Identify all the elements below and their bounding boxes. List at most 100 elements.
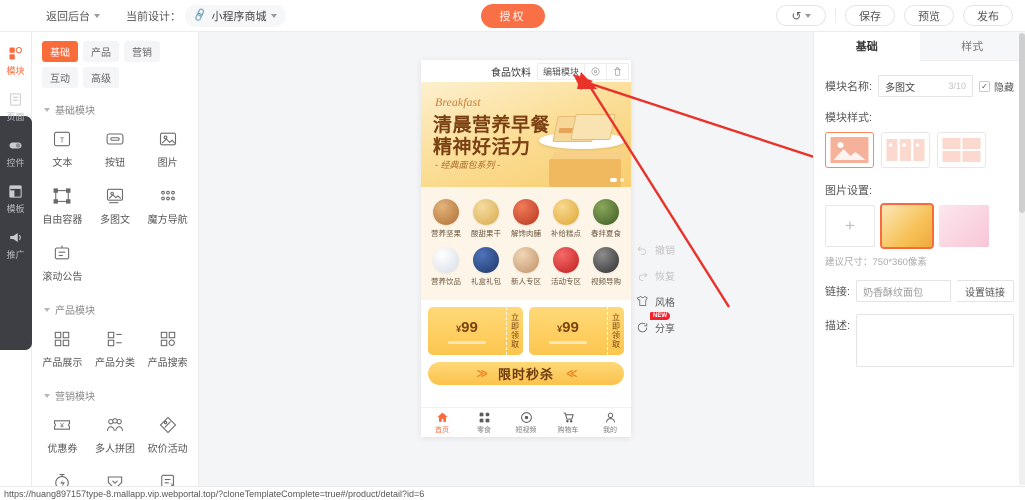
module-item-button[interactable]: 按钮 — [89, 121, 142, 178]
module-item-image[interactable]: 图片 — [141, 121, 194, 178]
set-link-button[interactable]: 设置链接 — [957, 280, 1014, 302]
style-button[interactable]: 风格 — [636, 294, 694, 309]
tab-basic[interactable]: 基础 — [42, 41, 78, 62]
module-name-label: 模块名称: — [825, 81, 873, 93]
design-selector[interactable]: 🔗 小程序商城 — [185, 4, 287, 27]
module-item-product-search[interactable]: 产品搜索 — [141, 321, 194, 378]
preview-button[interactable]: 预览 — [904, 5, 954, 26]
save-button[interactable]: 保存 — [845, 5, 895, 26]
chevron-down-icon — [271, 13, 278, 18]
style-option-single[interactable] — [825, 132, 874, 168]
caret-down-icon — [44, 307, 50, 312]
category-image — [553, 247, 579, 273]
delete-module-button[interactable] — [606, 63, 628, 79]
module-item-notice[interactable]: 滚动公告 — [36, 235, 89, 292]
tab-interaction[interactable]: 互动 — [42, 67, 78, 88]
coupon-left: ¥99 — [428, 307, 506, 355]
back-to-admin-button[interactable]: 返回后台 — [46, 8, 100, 24]
image-thumbnail[interactable] — [939, 205, 989, 247]
sidebar-item-widgets[interactable]: 控件 — [0, 130, 32, 176]
module-item-coupon[interactable]: ¥ 优惠券 — [36, 407, 89, 464]
tabbar-item-snacks[interactable]: 零食 — [463, 408, 505, 437]
back-to-admin-label: 返回后台 — [46, 10, 90, 23]
module-item-product-category[interactable]: 产品分类 — [89, 321, 142, 378]
undo-icon — [637, 246, 647, 255]
module-name-input[interactable]: 多图文 3/10 — [878, 75, 973, 97]
coupon-module[interactable]: ¥99 立即领取 ¥99 立即领取 — [421, 300, 631, 355]
category-item[interactable]: 营养饮品 — [426, 243, 466, 291]
module-item-group-buy[interactable]: 多人拼团 — [89, 407, 142, 464]
image-thumbnail-selected[interactable] — [880, 203, 934, 249]
category-item[interactable]: 补给糕点 — [546, 195, 586, 243]
coupon-card[interactable]: ¥99 立即领取 — [428, 307, 523, 355]
sidebar-item-modules[interactable]: 模块 — [0, 38, 32, 84]
text-icon: T — [54, 131, 71, 147]
tabbar-item-mine[interactable]: 我的 — [589, 408, 631, 437]
top-bar-left: 返回后台 当前设计： 🔗 小程序商城 — [0, 4, 287, 27]
seckill-banner[interactable]: ≫ 限时秒杀 ≪ — [428, 362, 624, 385]
link-input[interactable]: 奶香酥纹面包 — [856, 280, 951, 302]
status-url: https://huang897157type-8.mallapp.vip.we… — [4, 488, 425, 499]
tab-product[interactable]: 产品 — [83, 41, 119, 62]
category-image — [473, 199, 499, 225]
tab-style-properties[interactable]: 样式 — [919, 32, 1025, 61]
status-bar: https://huang897157type-8.mallapp.vip.we… — [0, 486, 1025, 500]
style-option-three-columns[interactable] — [881, 132, 930, 168]
category-item[interactable]: 酸甜果干 — [466, 195, 506, 243]
coupon-card[interactable]: ¥99 立即领取 — [529, 307, 624, 355]
category-item[interactable]: 营养坚果 — [426, 195, 466, 243]
category-nav-module[interactable]: 营养坚果 酸甜果干 解馋肉脯 补给糕点 春拌夏食 营养饮品 礼盒礼包 新人专区 … — [421, 187, 631, 300]
module-tabs: 基础 产品 营销 互动 高级 — [32, 32, 198, 92]
category-item[interactable]: 礼盒礼包 — [466, 243, 506, 291]
description-textarea[interactable] — [856, 314, 1014, 367]
tab-basic-properties[interactable]: 基础 — [814, 32, 920, 61]
edit-module-button[interactable]: 编辑模块 — [538, 64, 584, 79]
coupon-action[interactable]: 立即领取 — [506, 307, 523, 355]
toggle-visibility-button[interactable] — [584, 63, 606, 79]
templates-icon — [8, 184, 23, 199]
category-item[interactable]: 活动专区 — [546, 243, 586, 291]
tab-marketing[interactable]: 营销 — [124, 41, 160, 62]
history-dropdown[interactable]: ↺ — [776, 5, 826, 26]
undo-button[interactable]: 撤销 — [636, 242, 694, 257]
section-header-product[interactable]: 产品模块 — [32, 292, 198, 321]
tabbar-item-home[interactable]: 首页 — [421, 408, 463, 437]
category-item[interactable]: 视频导购 — [586, 243, 626, 291]
category-image — [513, 199, 539, 225]
share-button[interactable]: NEW 分享 — [636, 312, 694, 335]
section-header-basic[interactable]: 基础模块 — [32, 92, 198, 121]
sidebar-item-promotion[interactable]: 推广 — [0, 222, 32, 268]
module-item-label: 图片 — [157, 158, 178, 169]
sidebar-item-pages[interactable]: 页面 — [0, 84, 32, 130]
publish-button[interactable]: 发布 — [963, 5, 1013, 26]
category-item[interactable]: 新人专区 — [506, 243, 546, 291]
module-item-product-grid[interactable]: 产品展示 — [36, 321, 89, 378]
category-item[interactable]: 春拌夏食 — [586, 195, 626, 243]
style-option-grid[interactable] — [937, 132, 986, 168]
section-header-marketing[interactable]: 营销模块 — [32, 378, 198, 407]
banner-dots[interactable] — [610, 178, 624, 182]
scrollbar-thumb[interactable] — [1019, 33, 1025, 213]
tabbar-item-cart[interactable]: 购物车 — [547, 408, 589, 437]
coupon-divider — [448, 340, 486, 344]
redo-button[interactable]: 恢复 — [636, 268, 694, 283]
page-scrollbar[interactable] — [1019, 33, 1025, 485]
module-item-cube-nav[interactable]: 魔方导航 — [141, 178, 194, 235]
category-item[interactable]: 解馋肉脯 — [506, 195, 546, 243]
module-item-text[interactable]: T 文本 — [36, 121, 89, 178]
sidebar-item-label: 推广 — [6, 249, 25, 260]
module-item-multi-image-text[interactable]: 多图文 — [89, 178, 142, 235]
module-item-bargain[interactable]: 砍价活动 — [141, 407, 194, 464]
category-label: 营养饮品 — [431, 277, 461, 286]
coupon-action[interactable]: 立即领取 — [607, 307, 624, 355]
tab-advanced[interactable]: 高级 — [83, 67, 119, 88]
add-image-button[interactable]: + — [825, 205, 875, 247]
banner-headline-2: 精神好活力 — [433, 136, 531, 158]
module-item-container[interactable]: 自由容器 — [36, 178, 89, 235]
authorize-button[interactable]: 授权 — [480, 3, 545, 28]
sidebar-item-templates[interactable]: 模板 — [0, 176, 32, 222]
tabbar-label: 首页 — [435, 426, 449, 434]
banner-module[interactable]: Breakfast 清晨营养早餐 精神好活力 - 经典面包系列 - — [421, 82, 631, 187]
hide-checkbox[interactable]: ✓ 隐藏 — [979, 79, 1014, 94]
tabbar-item-video[interactable]: 短视频 — [505, 408, 547, 437]
